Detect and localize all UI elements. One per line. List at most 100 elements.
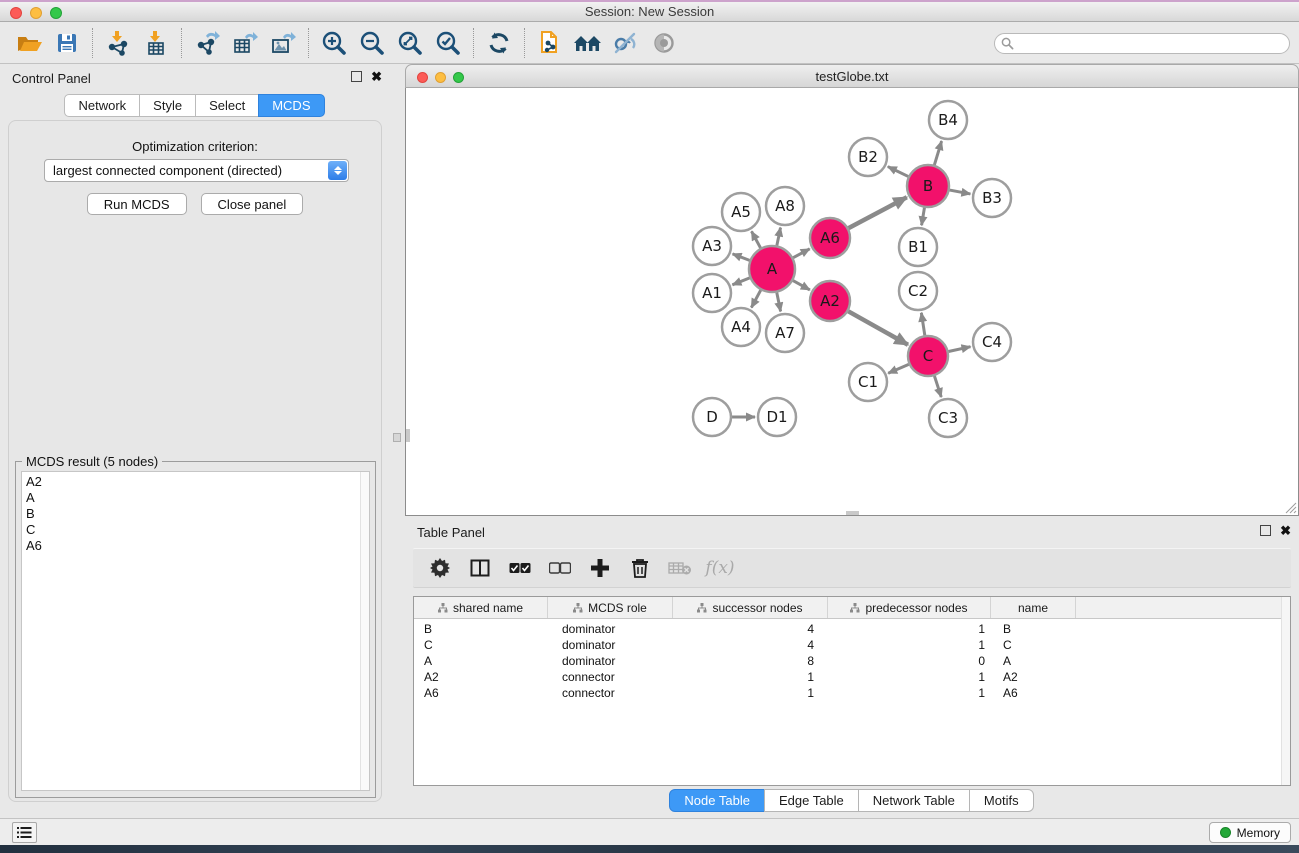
column-header-successor-nodes[interactable]: successor nodes	[673, 597, 828, 618]
delete-column-button[interactable]	[625, 553, 655, 583]
graph-node-A2[interactable]: A2	[810, 281, 850, 321]
graph-edge-B-B2[interactable]	[888, 167, 908, 177]
graph-node-A6[interactable]: A6	[810, 218, 850, 258]
tab-select[interactable]: Select	[195, 94, 259, 117]
search-input[interactable]	[1018, 37, 1278, 51]
tab-motifs[interactable]: Motifs	[969, 789, 1034, 812]
graph-node-C1[interactable]: C1	[849, 363, 887, 401]
close-panel-button[interactable]: Close panel	[201, 193, 304, 215]
delete-table-button[interactable]	[665, 553, 695, 583]
zoom-out-button[interactable]	[353, 26, 391, 60]
column-header-mcds-role[interactable]: MCDS role	[548, 597, 673, 618]
result-item[interactable]: B	[22, 506, 369, 522]
float-panel-icon[interactable]	[351, 71, 362, 82]
tab-network-table[interactable]: Network Table	[858, 789, 970, 812]
column-header-name[interactable]: name	[991, 597, 1076, 618]
graph-edge-C-C1[interactable]	[888, 364, 909, 373]
graph-edge-B-B3[interactable]	[950, 190, 971, 194]
graph-edge-A-A8[interactable]	[777, 228, 781, 246]
save-session-button[interactable]	[48, 26, 86, 60]
graph-node-A4[interactable]: A4	[722, 308, 760, 346]
graph-node-B2[interactable]: B2	[849, 138, 887, 176]
task-history-button[interactable]	[12, 822, 37, 843]
graph-edge-A-A3[interactable]	[733, 254, 750, 261]
graph-node-C3[interactable]: C3	[929, 399, 967, 437]
result-scrollbar[interactable]	[360, 472, 369, 790]
graph-edge-A-A2[interactable]	[793, 281, 810, 290]
run-mcds-button[interactable]: Run MCDS	[87, 193, 187, 215]
graph-node-B1[interactable]: B1	[899, 228, 937, 266]
show-eye-button[interactable]	[645, 26, 683, 60]
result-item[interactable]: A2	[22, 474, 369, 490]
graph-edge-B-B1[interactable]	[922, 208, 925, 226]
resize-grip-icon[interactable]	[1284, 501, 1297, 514]
graph-node-A8[interactable]: A8	[766, 187, 804, 225]
add-column-button[interactable]	[585, 553, 615, 583]
refresh-button[interactable]	[480, 26, 518, 60]
graph-edge-C-C3[interactable]	[934, 376, 941, 397]
criterion-dropdown[interactable]: largest connected component (directed)	[44, 159, 349, 182]
zoom-window-button[interactable]	[50, 7, 62, 19]
network-graph[interactable]: AA6A2BCA1A3A5A8A4A7B1B2B3B4C1C2C3C4DD1	[406, 88, 1298, 514]
table-row[interactable]: A dominator 8 0 A	[414, 654, 1290, 670]
close-panel-icon[interactable]: ✖	[371, 69, 382, 85]
graph-node-A5[interactable]: A5	[722, 193, 760, 231]
home-button[interactable]	[569, 26, 607, 60]
tab-edge-table[interactable]: Edge Table	[764, 789, 859, 812]
graph-edge-A-A4[interactable]	[751, 290, 760, 307]
graph-edge-A2-C[interactable]	[848, 311, 908, 344]
function-builder-button[interactable]: f(x)	[705, 553, 735, 583]
network-window-titlebar[interactable]: testGlobe.txt	[405, 64, 1299, 88]
table-row[interactable]: C dominator 4 1 C	[414, 638, 1290, 654]
table-row[interactable]: B dominator 4 1 B	[414, 622, 1290, 638]
graph-node-A7[interactable]: A7	[766, 314, 804, 352]
network-canvas[interactable]: AA6A2BCA1A3A5A8A4A7B1B2B3B4C1C2C3C4DD1	[405, 88, 1299, 516]
graph-node-C[interactable]: C	[908, 336, 948, 376]
net-minimize-button[interactable]	[435, 72, 446, 83]
table-settings-button[interactable]	[425, 553, 455, 583]
graph-node-D[interactable]: D	[693, 398, 731, 436]
close-window-button[interactable]	[10, 7, 22, 19]
memory-button[interactable]: Memory	[1209, 822, 1291, 843]
search-field[interactable]	[994, 33, 1290, 54]
column-header-shared-name[interactable]: shared name	[414, 597, 548, 618]
graph-node-A3[interactable]: A3	[693, 227, 731, 265]
graph-node-B4[interactable]: B4	[929, 101, 967, 139]
splitter-grip[interactable]	[393, 433, 401, 442]
graph-node-A1[interactable]: A1	[693, 274, 731, 312]
tab-network[interactable]: Network	[64, 94, 140, 117]
graph-edge-B-B4[interactable]	[934, 141, 941, 165]
node-table[interactable]: shared name MCDS role successor nodes pr…	[413, 596, 1291, 786]
zoom-in-button[interactable]	[315, 26, 353, 60]
panel-splitter[interactable]	[390, 64, 405, 818]
float-table-panel-icon[interactable]	[1260, 525, 1271, 536]
import-table-button[interactable]	[137, 26, 175, 60]
graph-edge-C-C4[interactable]	[949, 347, 971, 352]
table-scrollbar[interactable]	[1281, 597, 1290, 785]
graph-edge-C-C2[interactable]	[921, 313, 924, 336]
table-row[interactable]: A2 connector 1 1 A2	[414, 670, 1290, 686]
tab-style[interactable]: Style	[139, 94, 196, 117]
show-columns-button[interactable]	[465, 553, 495, 583]
tab-mcds[interactable]: MCDS	[258, 94, 324, 117]
column-header-predecessor-nodes[interactable]: predecessor nodes	[828, 597, 991, 618]
graph-node-A[interactable]: A	[749, 246, 795, 292]
mcds-result-list[interactable]: A2 A B C A6	[21, 471, 370, 791]
graph-edge-A-A7[interactable]	[777, 293, 781, 312]
canvas-left-grip[interactable]	[406, 429, 410, 442]
zoom-selected-button[interactable]	[429, 26, 467, 60]
zoom-fit-button[interactable]	[391, 26, 429, 60]
export-network-button[interactable]	[188, 26, 226, 60]
open-session-button[interactable]	[10, 26, 48, 60]
net-close-button[interactable]	[417, 72, 428, 83]
graph-edge-A6-B[interactable]	[849, 197, 907, 228]
graph-edge-A-A5[interactable]	[752, 231, 761, 248]
net-zoom-button[interactable]	[453, 72, 464, 83]
close-table-panel-icon[interactable]: ✖	[1280, 523, 1291, 539]
graph-node-C4[interactable]: C4	[973, 323, 1011, 361]
export-table-button[interactable]	[226, 26, 264, 60]
graph-node-B[interactable]: B	[907, 165, 949, 207]
select-all-button[interactable]	[505, 553, 535, 583]
import-network-button[interactable]	[99, 26, 137, 60]
result-item[interactable]: A6	[22, 538, 369, 554]
